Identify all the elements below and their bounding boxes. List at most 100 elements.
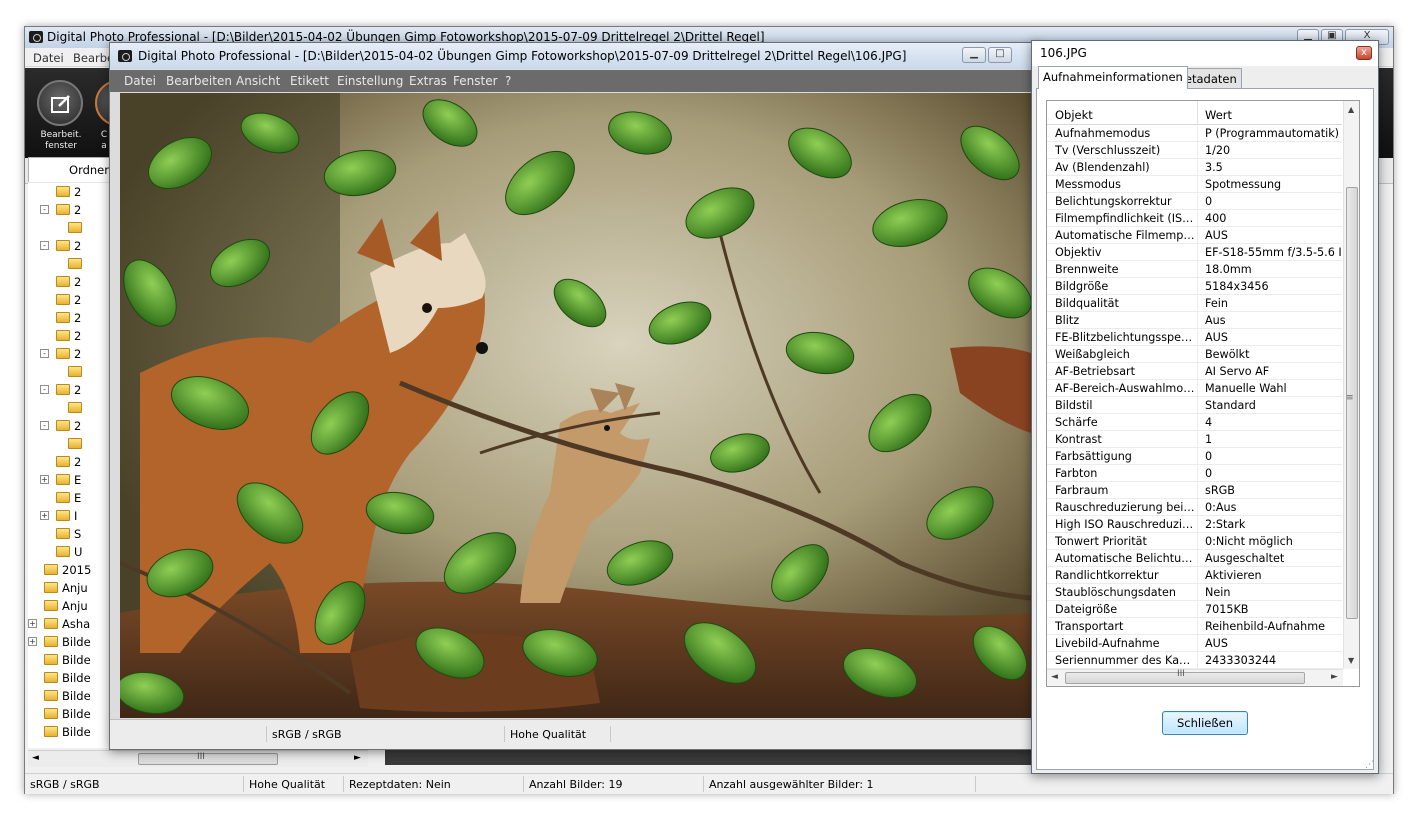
editor-menu-extras[interactable]: Extras bbox=[409, 74, 447, 88]
tree-item[interactable] bbox=[28, 255, 115, 273]
main-menu-bearbeiten[interactable]: Bearbe bbox=[73, 51, 114, 65]
tree-item[interactable]: 2 bbox=[28, 309, 115, 327]
info-row[interactable]: Farbton 0 bbox=[1047, 465, 1342, 482]
info-row[interactable]: Bildstil Standard bbox=[1047, 397, 1342, 414]
info-row[interactable]: Tonwert Priorität 0:Nicht möglich bbox=[1047, 533, 1342, 550]
tree-item[interactable]: + E bbox=[28, 471, 115, 489]
collapse-icon[interactable]: - bbox=[40, 385, 49, 394]
collapse-icon[interactable]: - bbox=[40, 241, 49, 250]
info-row[interactable]: Staublöschungsdaten Nein bbox=[1047, 584, 1342, 601]
folder-tree-scrollbar[interactable]: ◄ III ► bbox=[28, 750, 368, 767]
info-row[interactable]: Farbraum sRGB bbox=[1047, 482, 1342, 499]
list-vertical-scrollbar[interactable]: ▲ ≡ ▼ bbox=[1343, 101, 1359, 669]
expand-icon[interactable]: + bbox=[28, 637, 37, 646]
info-row[interactable]: Av (Blendenzahl) 3.5 bbox=[1047, 159, 1342, 176]
tree-item[interactable]: Anju bbox=[28, 597, 115, 615]
info-row[interactable]: Automatische Belichtungso... Ausgeschalte… bbox=[1047, 550, 1342, 567]
expand-icon[interactable]: + bbox=[40, 511, 49, 520]
main-menu-datei[interactable]: Datei bbox=[33, 51, 64, 65]
tab-folder[interactable]: Ordner bbox=[28, 157, 114, 182]
info-row[interactable]: Messmodus Spotmessung bbox=[1047, 176, 1342, 193]
vertical-scroll-thumb[interactable] bbox=[1346, 187, 1358, 619]
photo-preview[interactable] bbox=[120, 93, 1031, 718]
tree-item[interactable] bbox=[28, 363, 115, 381]
info-row[interactable]: Kontrast 1 bbox=[1047, 431, 1342, 448]
info-row[interactable]: Automatische Filmempfindli... AUS bbox=[1047, 227, 1342, 244]
tree-item[interactable]: Bilde bbox=[28, 687, 115, 705]
tab-shooting-info[interactable]: Aufnahmeinformationen bbox=[1038, 66, 1188, 89]
info-row[interactable]: Aufnahmemodus P (Programmautomatik) bbox=[1047, 125, 1342, 142]
info-row[interactable]: Blitz Aus bbox=[1047, 312, 1342, 329]
editor-maximize-button[interactable]: □ bbox=[988, 47, 1012, 63]
editor-menu-help[interactable]: ? bbox=[505, 74, 511, 88]
editor-title-bar[interactable]: Digital Photo Professional - [D:\Bilder\… bbox=[110, 43, 1038, 69]
list-horizontal-scrollbar[interactable]: ◄ III ► bbox=[1047, 669, 1343, 686]
scroll-right-icon[interactable]: ► bbox=[1331, 672, 1338, 682]
info-row[interactable]: Farbsättigung 0 bbox=[1047, 448, 1342, 465]
tree-item[interactable]: Bilde bbox=[28, 669, 115, 687]
tree-scroll-left-icon[interactable]: ◄ bbox=[32, 753, 39, 763]
info-row[interactable]: AF-Bereich-Auswahlmodus Manuelle Wahl bbox=[1047, 380, 1342, 397]
info-row[interactable]: Randlichtkorrektur Aktivieren bbox=[1047, 567, 1342, 584]
tree-item[interactable]: -2 bbox=[28, 345, 115, 363]
tree-item[interactable]: 2 bbox=[28, 453, 115, 471]
collapse-icon[interactable]: - bbox=[40, 205, 49, 214]
tree-item[interactable]: Bilde bbox=[28, 651, 115, 669]
info-row[interactable]: Transportart Reihenbild-Aufnahme bbox=[1047, 618, 1342, 635]
editor-menu-bearbeiten[interactable]: Bearbeiten bbox=[166, 74, 232, 88]
info-row[interactable]: Seriennummer des Kamera... 2433303244 bbox=[1047, 652, 1342, 669]
info-row[interactable]: Filmempfindlichkeit (ISO) 400 bbox=[1047, 210, 1342, 227]
tree-item[interactable]: -2 bbox=[28, 417, 115, 435]
tree-item[interactable] bbox=[28, 219, 115, 237]
collapse-icon[interactable]: - bbox=[40, 349, 49, 358]
expand-icon[interactable]: + bbox=[40, 475, 49, 484]
horizontal-scroll-thumb[interactable] bbox=[1065, 672, 1305, 684]
info-row[interactable]: Belichtungskorrektur 0 bbox=[1047, 193, 1342, 210]
collapse-icon[interactable]: - bbox=[40, 421, 49, 430]
resize-grip-icon[interactable]: ⋰ bbox=[1365, 760, 1374, 770]
info-row[interactable]: Brennweite 18.0mm bbox=[1047, 261, 1342, 278]
editor-menu-ansicht[interactable]: Ansicht bbox=[236, 74, 280, 88]
editor-minimize-button[interactable]: ▁ bbox=[962, 47, 986, 63]
info-row[interactable]: AF-Betriebsart AI Servo AF bbox=[1047, 363, 1342, 380]
tree-item[interactable]: + I bbox=[28, 507, 115, 525]
shooting-info-list[interactable]: Objekt Wert Aufnahmemodus P (Programmauto… bbox=[1046, 100, 1360, 687]
tree-item[interactable]: -2 bbox=[28, 201, 115, 219]
column-header-object[interactable]: Objekt bbox=[1055, 108, 1093, 122]
scroll-down-icon[interactable]: ▼ bbox=[1348, 656, 1354, 665]
info-row[interactable]: Livebild-Aufnahme AUS bbox=[1047, 635, 1342, 652]
expand-icon[interactable]: + bbox=[28, 619, 37, 628]
tree-item[interactable]: 2015 bbox=[28, 561, 115, 579]
edit-window-button[interactable] bbox=[37, 80, 83, 126]
close-button[interactable]: Schließen bbox=[1162, 711, 1248, 735]
info-row[interactable]: High ISO Rauschreduzierung 2:Stark bbox=[1047, 516, 1342, 533]
editor-menu-einstellung[interactable]: Einstellung bbox=[337, 74, 403, 88]
info-row[interactable]: Dateigröße 7015KB bbox=[1047, 601, 1342, 618]
info-row[interactable]: Objektiv EF-S18-55mm f/3.5-5.6 IS I bbox=[1047, 244, 1342, 261]
tree-item[interactable]: -2 bbox=[28, 237, 115, 255]
tree-item[interactable]: + Asha bbox=[28, 615, 115, 633]
info-row[interactable]: FE-Blitzbelichtungsspeicher... AUS bbox=[1047, 329, 1342, 346]
tree-item[interactable]: S bbox=[28, 525, 115, 543]
info-close-icon[interactable]: x bbox=[1356, 46, 1372, 60]
tree-item[interactable]: E bbox=[28, 489, 115, 507]
scroll-left-icon[interactable]: ◄ bbox=[1051, 672, 1058, 682]
scroll-up-icon[interactable]: ▲ bbox=[1348, 105, 1354, 114]
tree-item[interactable]: -2 bbox=[28, 381, 115, 399]
info-title-bar[interactable]: 106.JPG x bbox=[1032, 41, 1378, 66]
info-row[interactable]: Schärfe 4 bbox=[1047, 414, 1342, 431]
column-header-value[interactable]: Wert bbox=[1205, 108, 1232, 122]
info-row[interactable]: Weißabgleich Bewölkt bbox=[1047, 346, 1342, 363]
tree-item[interactable]: 2 bbox=[28, 273, 115, 291]
editor-menu-etikett[interactable]: Etikett bbox=[290, 74, 329, 88]
tree-item[interactable] bbox=[28, 399, 115, 417]
info-row[interactable]: Bildqualität Fein bbox=[1047, 295, 1342, 312]
info-row[interactable]: Bildgröße 5184x3456 bbox=[1047, 278, 1342, 295]
tree-item[interactable]: Bilde bbox=[28, 705, 115, 723]
tree-scroll-thumb[interactable]: III bbox=[138, 752, 278, 765]
tree-scroll-right-icon[interactable]: ► bbox=[354, 753, 361, 763]
editor-menu-datei[interactable]: Datei bbox=[124, 74, 156, 88]
info-row[interactable]: Rauschreduzierung bei Lan... 0:Aus bbox=[1047, 499, 1342, 516]
tree-item[interactable]: Bilde bbox=[28, 723, 115, 741]
tree-item[interactable]: 2 bbox=[28, 183, 115, 201]
